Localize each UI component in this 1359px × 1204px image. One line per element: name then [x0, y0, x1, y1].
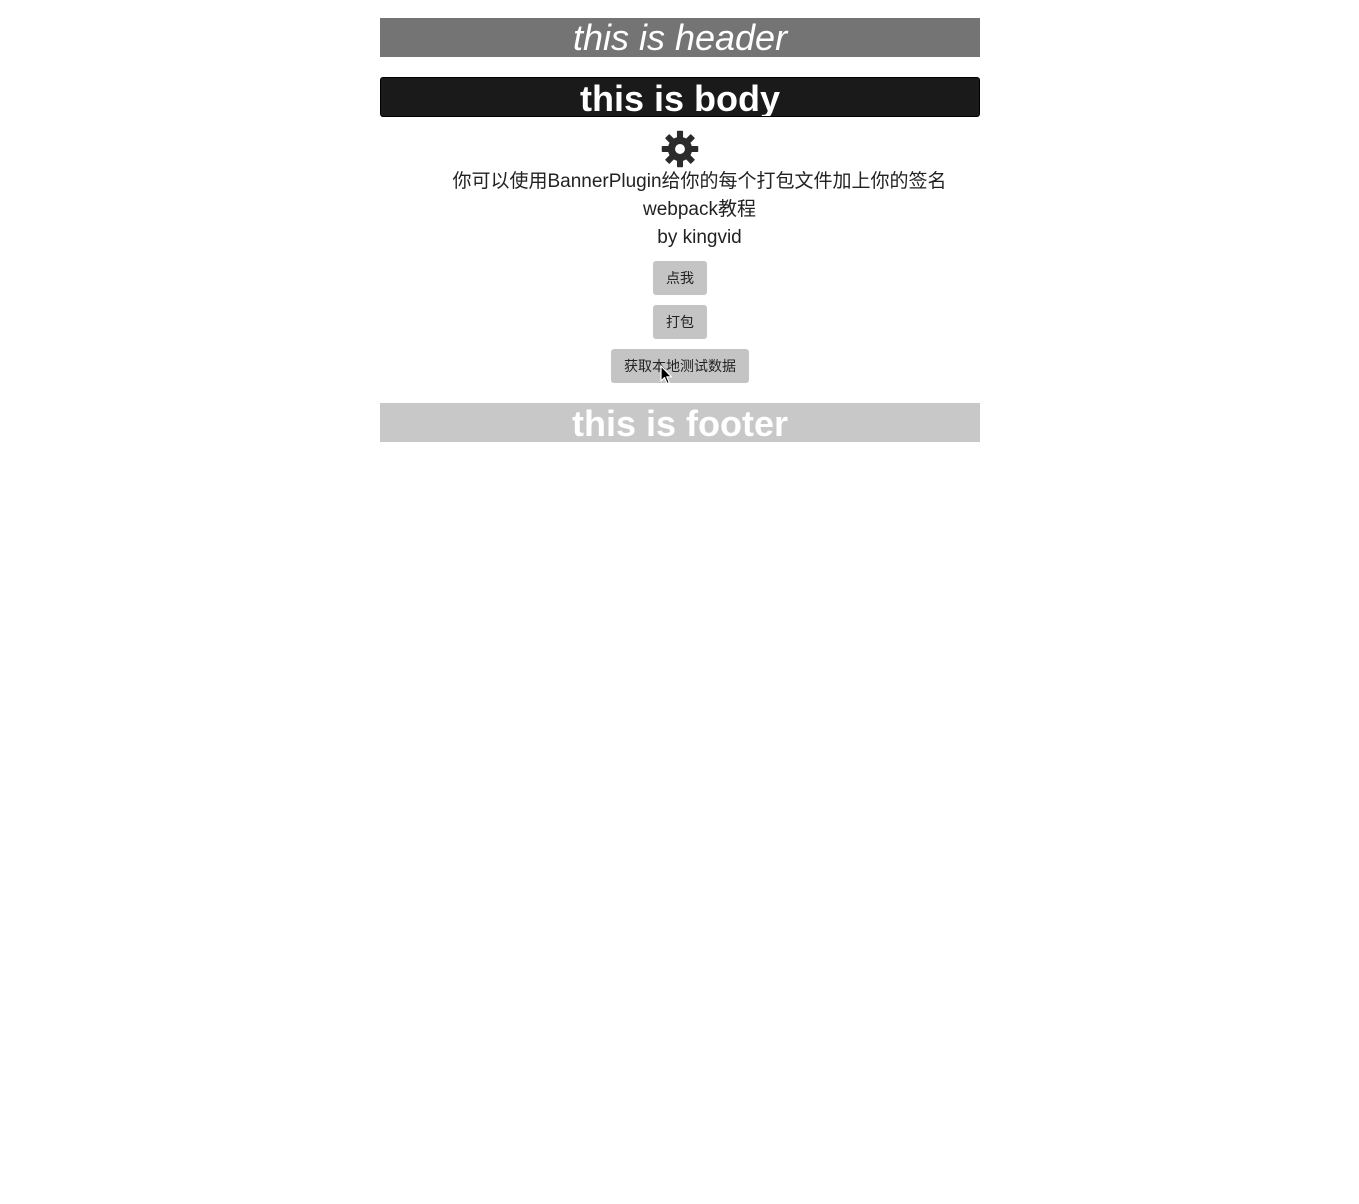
banner-plugin-text: 你可以使用BannerPlugin给你的每个打包文件加上你的签名: [452, 171, 947, 192]
get-local-data-row: 获取本地测试数据: [380, 349, 980, 383]
gear-container: [380, 130, 980, 168]
bundle-row: 打包: [380, 305, 980, 339]
tutorial-title-text: webpack教程: [643, 199, 756, 220]
gear-icon: [661, 130, 699, 168]
click-me-button[interactable]: 点我: [653, 261, 707, 295]
bundle-button[interactable]: 打包: [653, 305, 707, 339]
page-header: this is header: [380, 18, 980, 57]
mouse-cursor-icon: [660, 365, 673, 385]
content-text: 你可以使用BannerPlugin给你的每个打包文件加上你的签名 webpack…: [380, 168, 980, 252]
page: this is header this is body 你可以使用BannerP…: [0, 0, 1359, 1204]
page-footer: this is footer: [380, 403, 980, 442]
author-text: by kingvid: [657, 227, 742, 248]
click-me-row: 点我: [380, 261, 980, 295]
get-local-data-button[interactable]: 获取本地测试数据: [611, 349, 749, 383]
body-title: this is body: [380, 77, 980, 117]
main-container: this is header this is body 你可以使用BannerP…: [380, 18, 980, 442]
